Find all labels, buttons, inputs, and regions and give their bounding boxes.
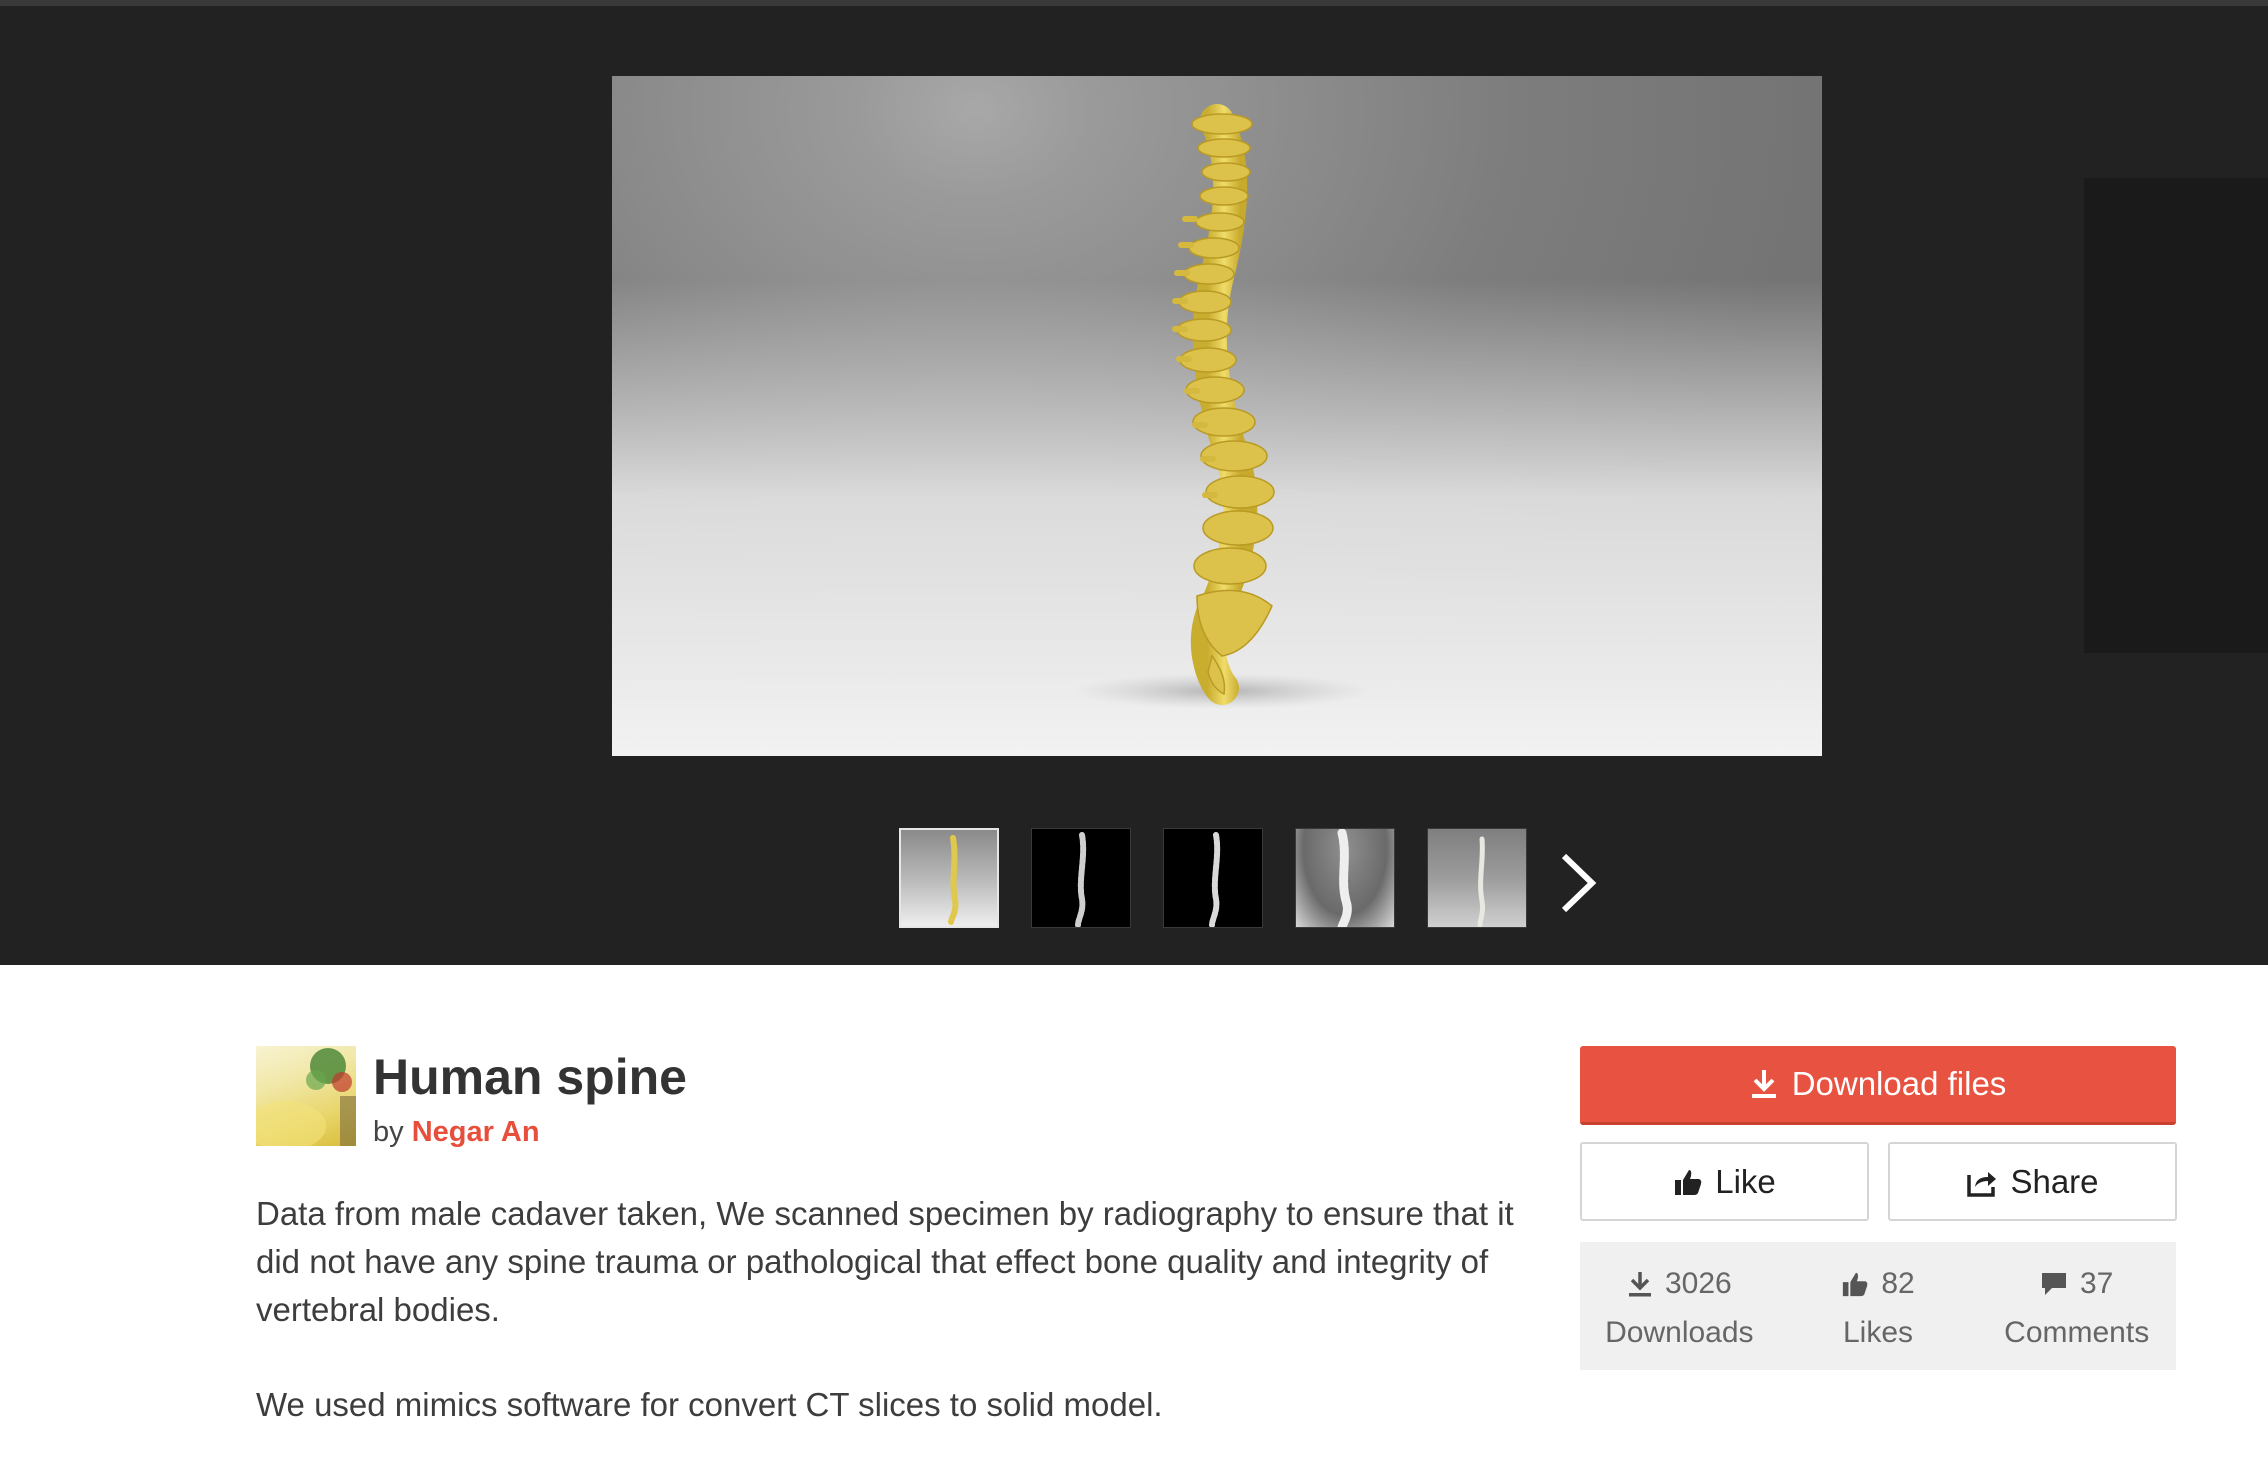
byline: by Negar An <box>373 1112 540 1152</box>
comments-count: 37 <box>2079 1267 2114 1300</box>
thumbnail-strip <box>899 828 1527 930</box>
like-button[interactable]: Like <box>1580 1142 1869 1221</box>
thumbnail-3[interactable] <box>1163 828 1263 928</box>
comment-icon <box>2041 1273 2066 1295</box>
spine-render <box>1072 104 1372 709</box>
likes-label: Likes <box>1842 1316 1914 1349</box>
download-files-button[interactable]: Download files <box>1580 1046 2176 1125</box>
comments-label: Comments <box>2004 1316 2150 1349</box>
downloads-stat[interactable]: 3026 Downloads <box>1580 1242 1779 1370</box>
model-stats: 3026 Downloads 82 Likes 37 Comments <box>1580 1242 2176 1370</box>
comments-stat[interactable]: 37 Comments <box>1977 1242 2176 1370</box>
downloads-label: Downloads <box>1605 1316 1754 1349</box>
description-paragraph: Data from male cadaver taken, We scanned… <box>256 1195 1514 1328</box>
download-icon <box>1628 1272 1651 1297</box>
author-link[interactable]: Negar An <box>412 1116 540 1148</box>
main-model-image[interactable] <box>612 76 1822 756</box>
model-title: Human spine <box>373 1049 687 1105</box>
share-label: Share <box>2010 1162 2099 1200</box>
side-panel <box>2084 178 2268 653</box>
downloads-count: 3026 <box>1664 1267 1732 1300</box>
share-button[interactable]: Share <box>1888 1142 2177 1221</box>
download-label: Download files <box>1791 1065 2007 1102</box>
thumbs-up-icon <box>1675 1169 1702 1195</box>
like-label: Like <box>1715 1162 1776 1200</box>
author-avatar[interactable] <box>256 1046 356 1146</box>
likes-count: 82 <box>1881 1267 1915 1300</box>
thumbnail-5[interactable] <box>1427 828 1527 928</box>
thumbs-up-icon <box>1843 1272 1868 1297</box>
thumbnail-4[interactable] <box>1295 828 1395 928</box>
by-prefix: by <box>373 1116 404 1148</box>
download-icon <box>1751 1070 1776 1098</box>
share-icon <box>1967 1171 1997 1197</box>
model-description: Data from male cadaver taken, We scanned… <box>256 1190 1526 1476</box>
thumbnail-1[interactable] <box>899 828 999 928</box>
description-paragraph: We used mimics software for convert CT s… <box>256 1386 1163 1423</box>
likes-stat[interactable]: 82 Likes <box>1779 1242 1978 1370</box>
chevron-right-icon[interactable] <box>1548 848 1608 918</box>
image-gallery <box>0 6 2268 965</box>
thumbnail-2[interactable] <box>1031 828 1131 928</box>
